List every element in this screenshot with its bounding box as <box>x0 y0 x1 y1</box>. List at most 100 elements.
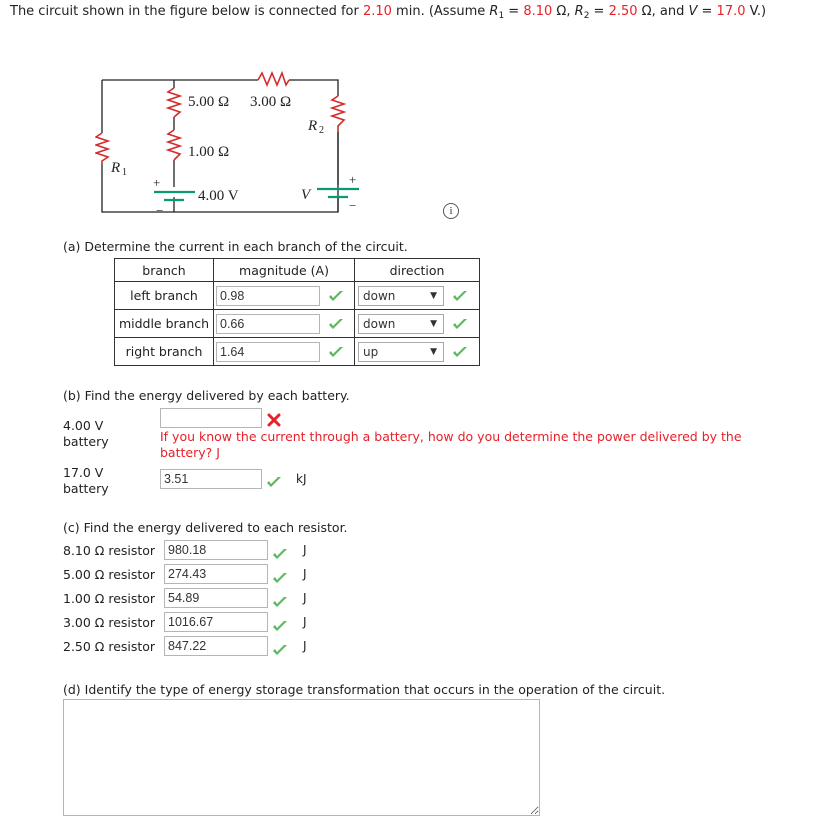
magnitude-input-left[interactable]: 0.98 <box>216 286 320 306</box>
part-c-prompt: (c) Find the energy delivered to each re… <box>63 520 348 535</box>
direction-select-right[interactable]: up ▼ <box>358 342 444 362</box>
label-R2-sub: 2 <box>319 125 324 136</box>
resistor-label: 2.50 Ω resistor <box>63 639 156 654</box>
dropdown-arrow-icon: ▼ <box>430 291 437 301</box>
resistor-label: 1.00 Ω resistor <box>63 591 156 606</box>
equals: = <box>697 4 717 19</box>
header-magnitude: magnitude (A) <box>213 258 355 282</box>
battery1-voltage: 4.00 V <box>63 418 104 433</box>
intro-text: The circuit shown in the figure below is… <box>10 4 363 19</box>
label-3ohm: 3.00 Ω <box>250 94 291 110</box>
part-b-prompt: (b) Find the energy delivered by each ba… <box>63 388 350 403</box>
header-branch: branch <box>114 258 214 282</box>
check-icon <box>273 549 287 559</box>
part-a-prompt: (a) Determine the current in each branch… <box>63 239 408 254</box>
table-row: middle branch 0.66 down ▼ <box>114 309 480 338</box>
branch-label: left branch <box>114 281 214 310</box>
resistor-unit: J <box>303 543 307 557</box>
x-icon <box>267 413 281 427</box>
resistor-unit: J <box>303 567 307 581</box>
selected-direction: up <box>363 345 379 359</box>
r1-value: 8.10 <box>523 4 553 19</box>
dropdown-arrow-icon: ▼ <box>430 319 437 329</box>
dropdown-arrow-icon: ▼ <box>430 347 437 357</box>
minus-sign-v: − <box>349 198 356 213</box>
resistor-energy-input[interactable]: 274.43 <box>164 564 268 584</box>
current-table: branch magnitude (A) direction left bran… <box>114 258 480 366</box>
resistor-r2 <box>329 95 347 132</box>
magnitude-input-middle[interactable]: 0.66 <box>216 314 320 334</box>
ohm-unit: Ω, <box>552 4 575 19</box>
label-R1-sub: 1 <box>122 167 127 178</box>
part-d-prompt: (d) Identify the type of energy storage … <box>63 682 666 697</box>
end-text: V.) <box>745 4 767 19</box>
resistor-energy-input[interactable]: 980.18 <box>164 540 268 560</box>
check-icon <box>453 347 467 357</box>
resistor-5ohm <box>165 87 183 118</box>
resistor-r1 <box>95 132 111 164</box>
direction-cell: down ▼ <box>354 281 480 310</box>
minus-sign-4v: − <box>156 203 163 218</box>
v-value: 17.0 <box>716 4 746 19</box>
resistor-label: 5.00 Ω resistor <box>63 567 156 582</box>
resistor-energy-input[interactable]: 54.89 <box>164 588 268 608</box>
info-glyph: i <box>449 205 453 217</box>
energy-transformation-textarea[interactable] <box>63 699 540 816</box>
info-icon[interactable]: i <box>443 203 459 219</box>
resistor-energy-input[interactable]: 847.22 <box>164 636 268 656</box>
magnitude-input-right[interactable]: 1.64 <box>216 342 320 362</box>
direction-cell: up ▼ <box>354 337 480 366</box>
check-icon <box>273 597 287 607</box>
resistor-unit: J <box>303 639 307 653</box>
table-row: left branch 0.98 down ▼ <box>114 281 480 310</box>
magnitude-cell: 0.98 <box>213 281 355 310</box>
hint-line-2: battery? J <box>160 445 220 460</box>
magnitude-cell: 1.64 <box>213 337 355 366</box>
direction-cell: down ▼ <box>354 309 480 338</box>
check-icon <box>453 319 467 329</box>
battery2-voltage: 17.0 V <box>63 465 104 480</box>
direction-select-middle[interactable]: down ▼ <box>358 314 444 334</box>
ohm-unit: Ω, and <box>637 4 689 19</box>
selected-direction: down <box>363 289 396 303</box>
battery1-label: 4.00 V battery <box>63 418 109 450</box>
equals: = <box>504 4 524 19</box>
check-icon <box>329 319 343 329</box>
table-row: right branch 1.64 up ▼ <box>114 337 480 366</box>
header-direction: direction <box>354 258 480 282</box>
label-R1: R <box>110 160 120 176</box>
check-icon <box>273 621 287 631</box>
problem-statement: The circuit shown in the figure below is… <box>10 4 766 21</box>
check-icon <box>329 347 343 357</box>
wire-top-right <box>289 79 339 96</box>
label-1ohm: 1.00 Ω <box>188 144 229 160</box>
direction-select-left[interactable]: down ▼ <box>358 286 444 306</box>
plus-sign-v: + <box>349 172 356 187</box>
resistor-3ohm <box>257 70 290 88</box>
resistor-unit: J <box>303 615 307 629</box>
battery2-unit: kJ <box>296 472 307 486</box>
label-5ohm: 5.00 Ω <box>188 94 229 110</box>
label-4v: 4.00 V <box>198 188 239 204</box>
check-icon <box>273 645 287 655</box>
selected-direction: down <box>363 317 396 331</box>
branch-label: middle branch <box>114 309 214 338</box>
battery2-label: 17.0 V battery <box>63 465 109 497</box>
magnitude-cell: 0.66 <box>213 309 355 338</box>
resistor-1ohm <box>165 129 183 161</box>
label-R2: R <box>307 118 317 134</box>
resistor-label: 8.10 Ω resistor <box>63 543 156 558</box>
resistor-unit: J <box>303 591 307 605</box>
hint-line-1: If you know the current through a batter… <box>160 429 742 444</box>
resistor-energy-input[interactable]: 1016.67 <box>164 612 268 632</box>
check-icon <box>273 573 287 583</box>
battery1-energy-input[interactable] <box>160 408 262 428</box>
plus-sign-4v: + <box>153 175 160 190</box>
battery1-word: battery <box>63 434 109 449</box>
battery2-energy-input[interactable]: 3.51 <box>160 469 262 489</box>
branch-label: right branch <box>114 337 214 366</box>
r2-value: 2.50 <box>608 4 638 19</box>
circuit-diagram: 5.00 Ω 3.00 Ω 1.00 Ω 4.00 V R 1 R 2 V + … <box>95 70 359 218</box>
battery2-word: battery <box>63 481 109 496</box>
intro-text-2: min. (Assume <box>391 4 490 19</box>
